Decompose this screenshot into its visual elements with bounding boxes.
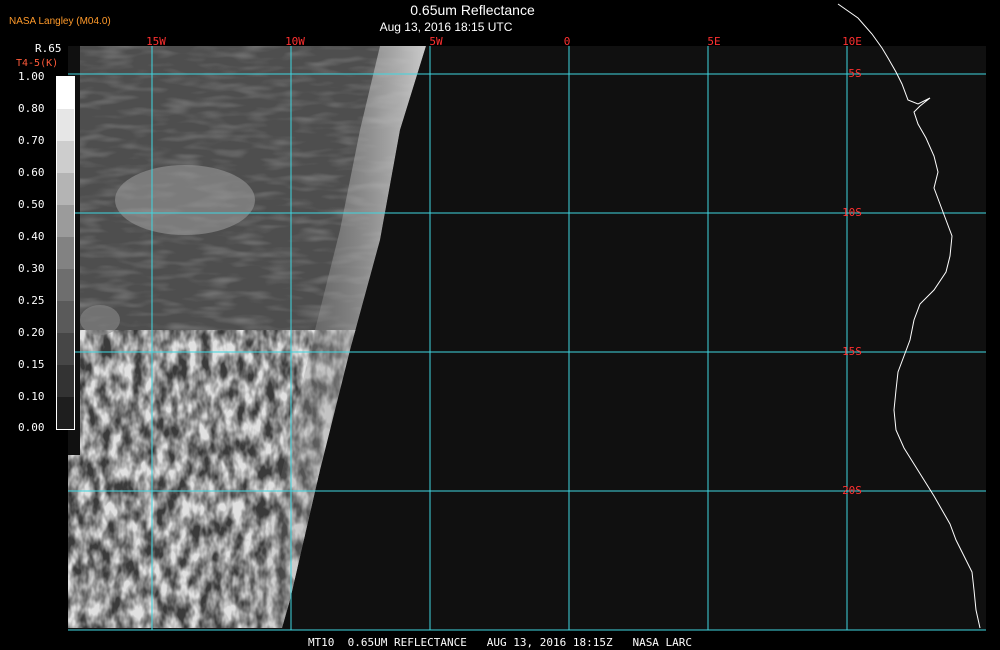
- colorbar-tick: 0.30: [18, 262, 45, 275]
- colorbar-tick: 0.00: [18, 421, 45, 434]
- image-timestamp: Aug 13, 2016 18:15 UTC: [379, 20, 513, 34]
- colorbar-tick: 0.80: [18, 102, 45, 115]
- lat-label-10s: 10S: [842, 206, 862, 219]
- colorbar-label: R.65: [35, 42, 62, 55]
- colorbar-tick: 0.60: [18, 166, 45, 179]
- image-title: 0.65um Reflectance: [410, 2, 535, 18]
- colorbar-tick: 0.15: [18, 358, 45, 371]
- colorbar-sublabel: T4-5(K): [16, 58, 59, 69]
- lat-label-15s: 15S: [842, 345, 862, 358]
- colorbar: [56, 76, 75, 430]
- lon-label-10e: 10E: [842, 35, 862, 48]
- lat-label-5s: 5S: [848, 67, 861, 80]
- colorbar-tick: 0.25: [18, 294, 45, 307]
- colorbar-tick: 1.00: [18, 70, 45, 83]
- satellite-map: 15W 10W 5W 0 5E 10E 5S 10S 15S 20S: [68, 3, 986, 631]
- lon-label-15w: 15W: [146, 35, 166, 48]
- lon-label-5e: 5E: [707, 35, 720, 48]
- lon-label-5w: 5W: [429, 35, 443, 48]
- colorbar-tick: 0.20: [18, 326, 45, 339]
- colorbar-tick: 0.40: [18, 230, 45, 243]
- colorbar-tick: 0.50: [18, 198, 45, 211]
- lon-label-10w: 10W: [285, 35, 305, 48]
- footer-caption: MT10 0.65UM REFLECTANCE AUG 13, 2016 18:…: [307, 636, 693, 649]
- lat-label-20s: 20S: [842, 484, 862, 497]
- colorbar-tick: 0.70: [18, 134, 45, 147]
- lon-label-0: 0: [564, 35, 571, 48]
- colorbar-tick: 0.10: [18, 390, 45, 403]
